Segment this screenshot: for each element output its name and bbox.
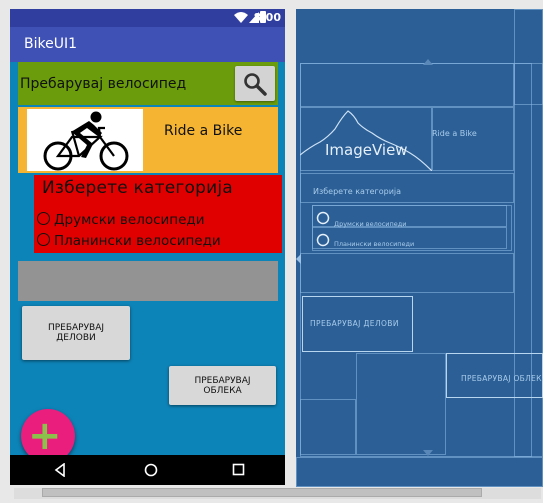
category-panel: Изберете категорија Друмски велосипеди П… (34, 175, 282, 253)
design-preview: 8:00 BikeUI1 Пребарувај велосипед Ride a… (10, 9, 285, 485)
blueprint-bottom-box (356, 353, 446, 455)
radio-road-label: Друмски велосипеди (54, 212, 205, 228)
radio-road-bikes[interactable]: Друмски велосипеди (37, 212, 205, 230)
blueprint-radio-mountain-icon (316, 233, 330, 247)
search-parts-button[interactable]: ПРЕБАРУВАЈ ДЕЛОВИ (22, 306, 130, 360)
home-icon[interactable] (144, 463, 158, 477)
blueprint-top-right-box (514, 9, 543, 105)
blueprint-ride-box (432, 107, 514, 171)
placeholder-bar (18, 261, 278, 301)
scrollbar-thumb[interactable] (42, 488, 482, 497)
app-title: BikeUI1 (24, 36, 77, 52)
blueprint-search-row (300, 63, 514, 107)
recents-icon[interactable] (232, 463, 245, 476)
blueprint-fab-box (300, 399, 356, 455)
status-bar: 8:00 (10, 9, 285, 27)
blueprint-category-label: Изберете категорија (313, 187, 402, 196)
blueprint-clothes-label: ПРЕБАРУВАЈ ОБЛЕКА (461, 374, 543, 383)
blueprint-ride-label: Ride a Bike (432, 129, 477, 138)
resize-handle-left-icon[interactable] (296, 254, 301, 264)
blueprint-mountain-label: Планински велосипеди (334, 240, 415, 248)
search-label: Пребарувај велосипед (20, 76, 187, 92)
back-icon[interactable] (54, 463, 66, 477)
blueprint-parts-label: ПРЕБАРУВАЈ ДЕЛОВИ (310, 319, 399, 328)
image-placeholder-icon (300, 110, 432, 171)
radio-mountain-label: Планински велосипеди (54, 233, 221, 249)
radio-mountain-bikes[interactable]: Планински велосипеди (37, 233, 221, 251)
search-button[interactable] (235, 66, 275, 101)
navigation-bar (10, 455, 285, 485)
category-title: Изберете категорија (42, 178, 233, 198)
search-clothes-button[interactable]: ПРЕБАРУВАЈ ОБЛЕКА (169, 366, 276, 405)
blueprint-imageview-label: ImageView (325, 141, 408, 159)
blueprint-nav-bar (296, 457, 543, 487)
app-bar: BikeUI1 (10, 27, 285, 62)
blueprint-view: ImageView Ride a Bike Изберете категориј… (296, 9, 543, 487)
search-icon (244, 73, 267, 96)
editor-gap (287, 9, 296, 487)
bike-image (27, 109, 143, 171)
hero-row: Ride a Bike (18, 107, 278, 173)
blueprint-bar-box (300, 253, 514, 293)
resize-handle-bottom-icon[interactable] (423, 450, 433, 456)
blueprint-road-label: Друмски велосипеди (334, 220, 407, 228)
hero-label: Ride a Bike (164, 123, 243, 139)
blueprint-radio-road-icon (316, 211, 330, 225)
radio-circle-icon (37, 212, 50, 225)
cyclist-icon (43, 111, 129, 171)
search-row: Пребарувај велосипед (18, 62, 278, 105)
resize-handle-top-icon[interactable] (423, 59, 433, 65)
status-time: 8:00 (253, 11, 281, 24)
radio-circle-icon (37, 233, 50, 246)
content-area: Пребарувај велосипед Ride a Bike Изберет… (10, 62, 285, 455)
wifi-icon (234, 12, 248, 23)
